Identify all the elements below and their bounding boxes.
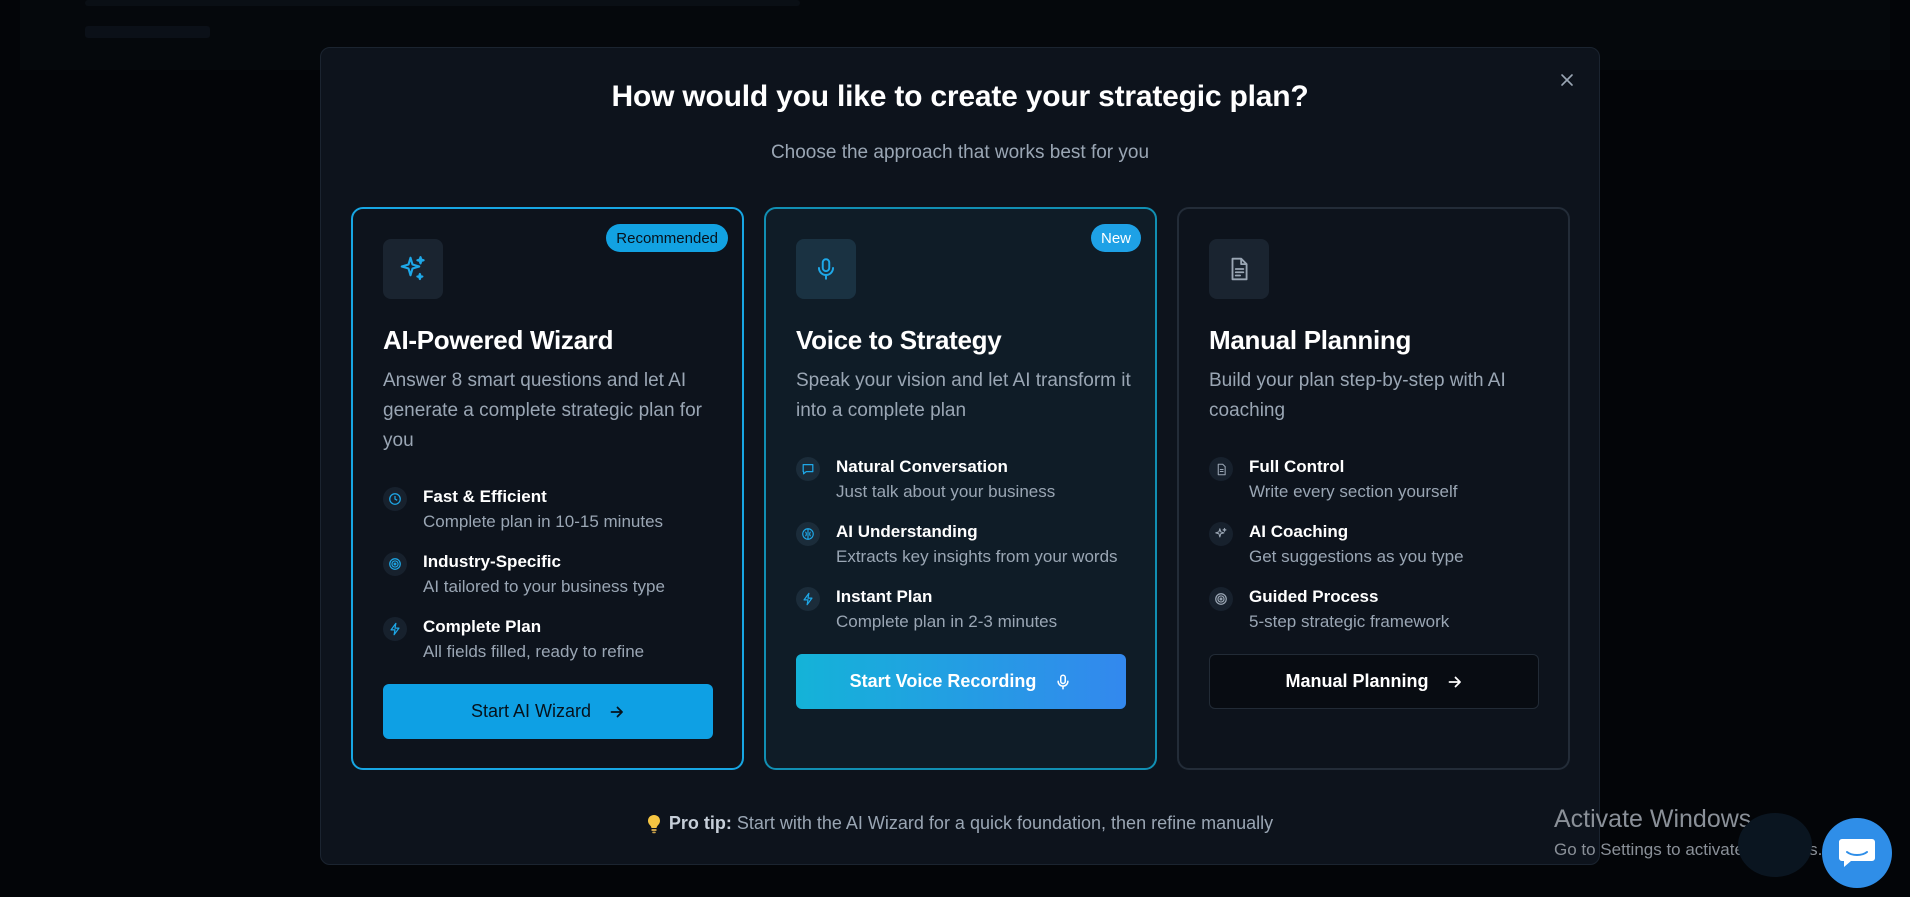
feature-title: Instant Plan	[836, 587, 933, 606]
start-voice-recording-label: Start Voice Recording	[849, 671, 1037, 691]
feature-item: Full Control Write every section yoursel…	[1209, 455, 1559, 505]
feature-subtitle: AI tailored to your business type	[423, 577, 665, 596]
microphone-icon	[796, 239, 856, 299]
pro-tip: Pro tip: Start with the AI Wizard for a …	[321, 813, 1599, 834]
card-description: Answer 8 smart questions and let AI gene…	[383, 370, 702, 451]
microphone-icon	[1057, 674, 1069, 689]
modal-title: How would you like to create your strate…	[611, 80, 1309, 113]
feature-title: Full Control	[1249, 457, 1345, 476]
feature-subtitle: Extracts key insights from your words	[836, 547, 1118, 566]
ai-wizard-card[interactable]: Recommended AI-Powered Wizard Answer 8 s…	[351, 207, 744, 770]
feature-title: Industry-Specific	[423, 552, 561, 571]
feature-title: Natural Conversation	[836, 457, 1008, 476]
card-title: Voice to Strategy	[796, 325, 1002, 355]
arrow-right-icon	[1448, 676, 1461, 687]
document-icon	[1209, 457, 1233, 481]
feature-subtitle: All fields filled, ready to refine	[423, 642, 645, 661]
feature-item: Natural Conversation Just talk about you…	[796, 455, 1146, 505]
lightning-icon	[796, 587, 820, 611]
new-badge: New	[1090, 224, 1141, 252]
start-ai-wizard-label: Start AI Wizard	[470, 701, 592, 721]
sparkles-icon	[1209, 522, 1233, 546]
background-text-fragment	[85, 26, 210, 38]
clock-icon	[383, 487, 407, 511]
manual-planning-card[interactable]: Manual Planning Build your plan step-by-…	[1177, 207, 1570, 770]
feature-subtitle: Complete plan in 10-15 minutes	[423, 512, 664, 531]
card-description: Build your plan step-by-step with AI coa…	[1209, 370, 1506, 421]
background-text-line	[85, 0, 800, 6]
feature-title: AI Understanding	[836, 522, 978, 541]
lightning-icon	[383, 617, 407, 641]
create-plan-modal: How would you like to create your strate…	[320, 47, 1600, 865]
chat-bubble-icon	[1839, 839, 1875, 867]
sparkles-icon	[383, 239, 443, 299]
target-icon	[383, 552, 407, 576]
target-icon	[1209, 587, 1233, 611]
brain-icon	[796, 522, 820, 546]
feature-subtitle: 5-step strategic framework	[1249, 612, 1450, 631]
feature-subtitle: Write every section yourself	[1249, 482, 1458, 501]
feature-title: AI Coaching	[1249, 522, 1349, 541]
feature-item: AI Understanding Extracts key insights f…	[796, 520, 1146, 570]
document-icon	[1209, 239, 1269, 299]
feature-subtitle: Just talk about your business	[836, 482, 1056, 501]
feature-subtitle: Complete plan in 2-3 minutes	[836, 612, 1058, 631]
card-description: Speak your vision and let AI transform i…	[796, 370, 1131, 421]
feature-item: Complete Plan All fields filled, ready t…	[383, 615, 733, 665]
voice-to-strategy-card[interactable]: New Voice to Strategy Speak your vision …	[764, 207, 1157, 770]
modal-subtitle: Choose the approach that works best for …	[770, 142, 1150, 163]
feature-title: Complete Plan	[423, 617, 542, 636]
pro-tip-text: Start with the AI Wizard for a quick fou…	[736, 813, 1274, 833]
start-ai-wizard-button[interactable]: Start AI Wizard	[383, 684, 713, 739]
feature-title: Fast & Efficient	[423, 487, 547, 506]
chat-widget-shadow	[1738, 813, 1812, 877]
recommended-badge: Recommended	[606, 224, 728, 252]
start-voice-recording-button[interactable]: Start Voice Recording	[796, 654, 1126, 709]
manual-planning-button[interactable]: Manual Planning	[1209, 654, 1539, 709]
feature-item: Guided Process 5-step strategic framewor…	[1209, 585, 1559, 635]
feature-item: AI Coaching Get suggestions as you type	[1209, 520, 1559, 570]
card-title: AI-Powered Wizard	[383, 325, 614, 355]
feature-title: Guided Process	[1249, 587, 1379, 606]
feature-subtitle: Get suggestions as you type	[1249, 547, 1464, 566]
feature-item: Industry-Specific AI tailored to your bu…	[383, 550, 733, 600]
feature-item: Instant Plan Complete plan in 2-3 minute…	[796, 585, 1146, 635]
chat-widget-button[interactable]	[1822, 818, 1892, 888]
manual-planning-label: Manual Planning	[1285, 671, 1429, 691]
arrow-right-icon	[610, 706, 623, 717]
feature-item: Fast & Efficient Complete plan in 10-15 …	[383, 485, 733, 535]
card-title: Manual Planning	[1209, 325, 1412, 355]
chat-icon	[796, 457, 820, 481]
lightbulb-icon	[647, 814, 660, 833]
pro-tip-label: Pro tip:	[668, 813, 732, 833]
